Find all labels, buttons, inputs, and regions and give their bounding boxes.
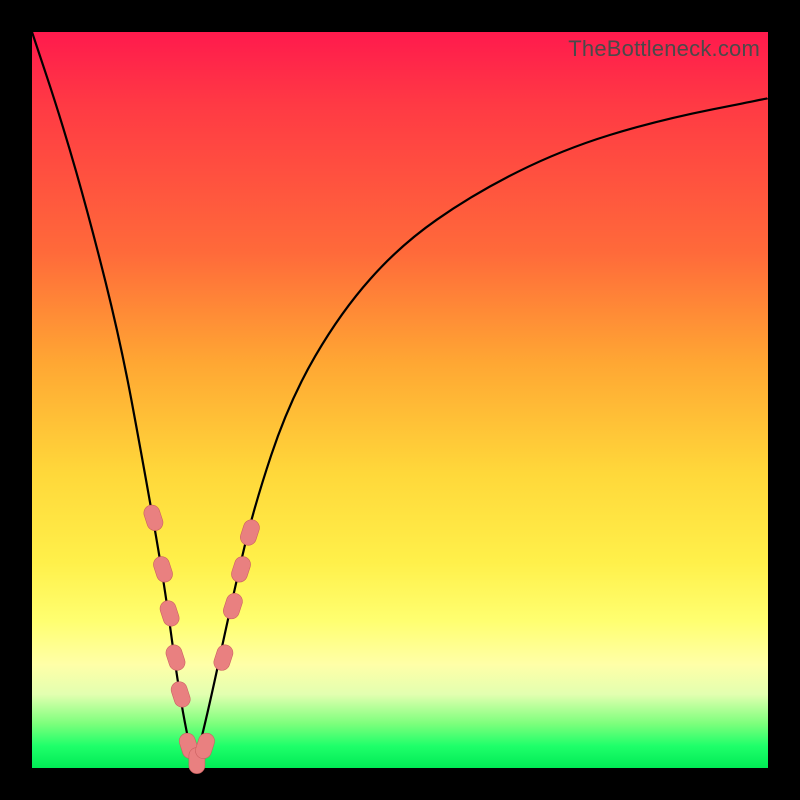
curve-marker <box>238 518 261 548</box>
bottleneck-curve-path <box>32 32 768 752</box>
bottleneck-curve-svg <box>32 32 768 768</box>
curve-marker <box>164 643 187 673</box>
curve-marker <box>212 643 235 673</box>
curve-marker <box>169 680 192 710</box>
chart-frame: TheBottleneck.com <box>0 0 800 800</box>
curve-marker <box>151 554 174 584</box>
curve-marker <box>229 554 252 584</box>
curve-marker <box>221 591 244 621</box>
curve-marker <box>158 599 181 629</box>
curve-marker <box>142 503 165 533</box>
plot-area: TheBottleneck.com <box>32 32 768 768</box>
